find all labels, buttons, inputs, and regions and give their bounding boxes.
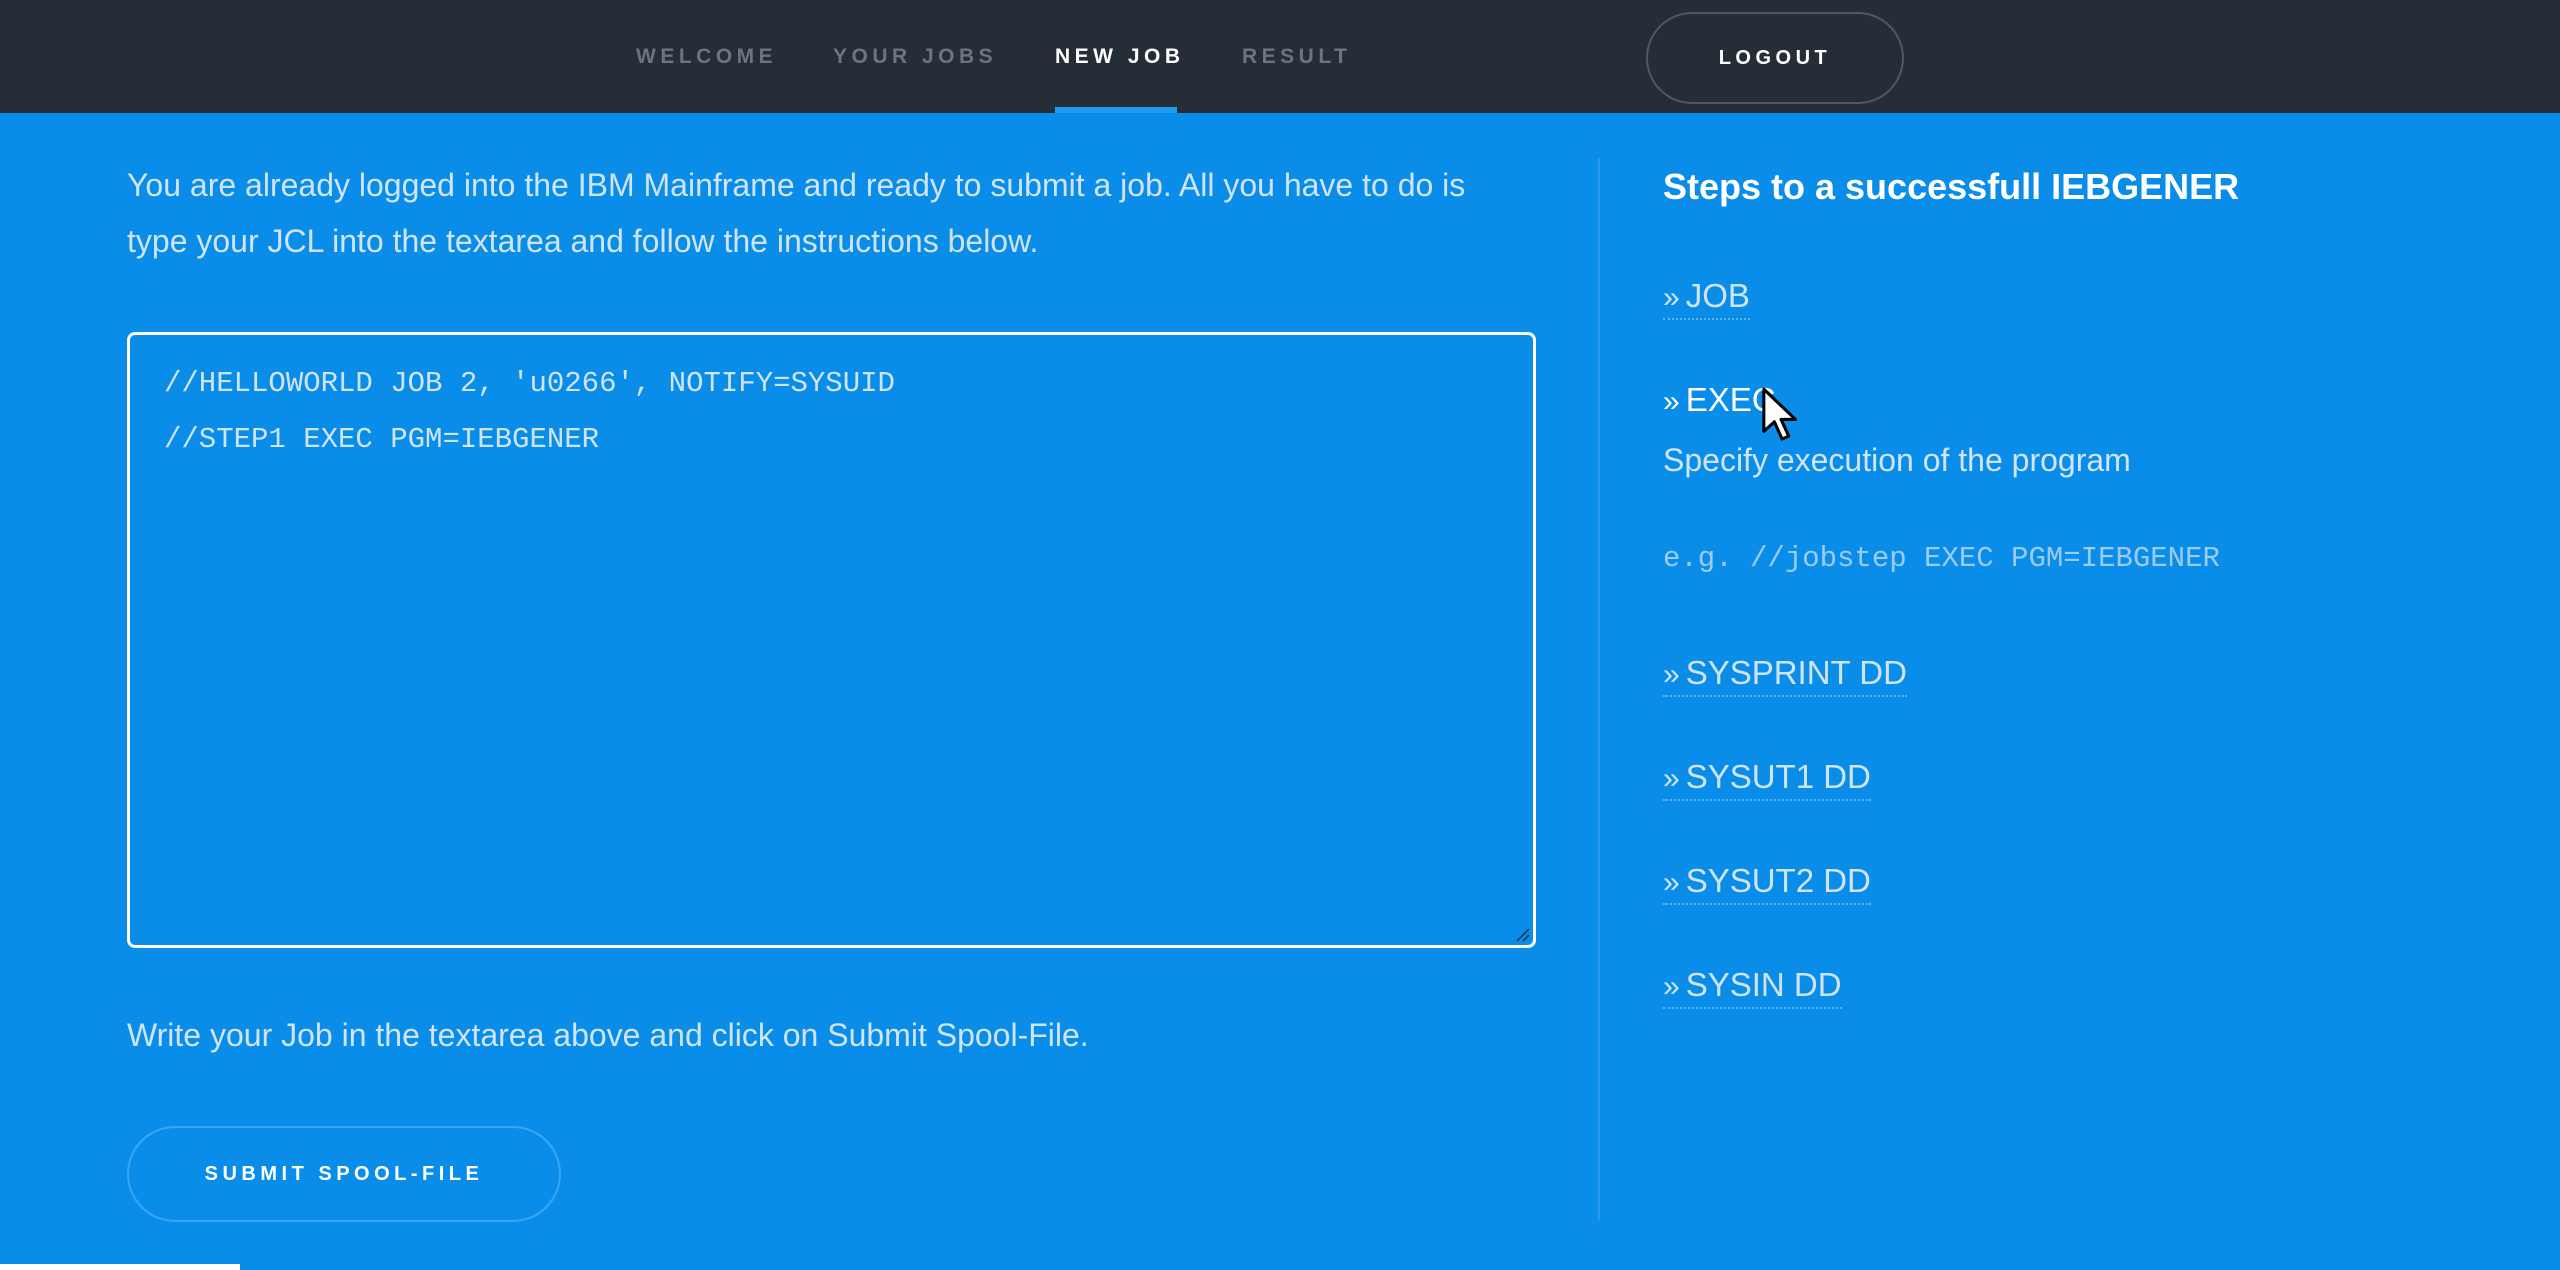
- submit-spool-file-button[interactable]: SUBMIT SPOOL-FILE: [127, 1126, 561, 1222]
- nav-tab-result[interactable]: RESULT: [1242, 44, 1351, 70]
- step-label: SYSPRINT DD: [1685, 654, 1907, 691]
- jcl-line: //STEP1 EXEC PGM=IEBGENER: [164, 423, 600, 456]
- step-link-exec[interactable]: » EXEC: [1663, 378, 1776, 422]
- top-navigation-bar: WELCOME YOUR JOBS NEW JOB RESULT LOGOUT: [0, 0, 2560, 113]
- double-chevron-right-icon: »: [1663, 658, 1680, 691]
- double-chevron-right-icon: »: [1663, 866, 1680, 899]
- step-label: SYSUT2 DD: [1685, 862, 1871, 899]
- logout-button[interactable]: LOGOUT: [1646, 12, 1904, 104]
- intro-text: You are already logged into the IBM Main…: [127, 167, 1466, 259]
- nav-tab-new-job[interactable]: NEW JOB: [1055, 44, 1185, 70]
- active-tab-indicator: [1055, 107, 1177, 113]
- step-example-code: e.g. //jobstep EXEC PGM=IEBGENER: [1663, 542, 2220, 575]
- step-label: JOB: [1685, 277, 1750, 314]
- step-link-sysprint-dd[interactable]: » SYSPRINT DD: [1663, 651, 1907, 697]
- column-divider: [1598, 158, 1600, 1220]
- step-label: SYSUT1 DD: [1685, 758, 1871, 795]
- step-link-job[interactable]: » JOB: [1663, 274, 1750, 320]
- double-chevron-right-icon: »: [1663, 762, 1680, 795]
- step-link-sysut1-dd[interactable]: » SYSUT1 DD: [1663, 755, 1871, 801]
- double-chevron-right-icon: »: [1663, 970, 1680, 1003]
- mouse-pointer-icon: [1762, 387, 1797, 441]
- jcl-line: //HELLOWORLD JOB 2, 'u0266', NOTIFY=SYSU…: [164, 367, 895, 400]
- double-chevron-right-icon: »: [1663, 385, 1680, 418]
- double-chevron-right-icon: »: [1663, 281, 1680, 314]
- step-description: Specify execution of the program: [1663, 442, 2131, 478]
- submit-hint-text: Write your Job in the textarea above and…: [127, 1017, 1089, 1053]
- resize-grip-icon[interactable]: [1514, 926, 1530, 942]
- step-link-sysin-dd[interactable]: » SYSIN DD: [1663, 963, 1842, 1009]
- progress-strip: [0, 1264, 240, 1270]
- step-label: SYSIN DD: [1685, 966, 1842, 1003]
- jcl-textarea[interactable]: //HELLOWORLD JOB 2, 'u0266', NOTIFY=SYSU…: [127, 332, 1536, 948]
- nav-tab-your-jobs[interactable]: YOUR JOBS: [833, 44, 997, 70]
- nav-tab-welcome[interactable]: WELCOME: [636, 44, 777, 70]
- step-link-sysut2-dd[interactable]: » SYSUT2 DD: [1663, 859, 1871, 905]
- steps-title: Steps to a successfull IEBGENER: [1663, 166, 2240, 207]
